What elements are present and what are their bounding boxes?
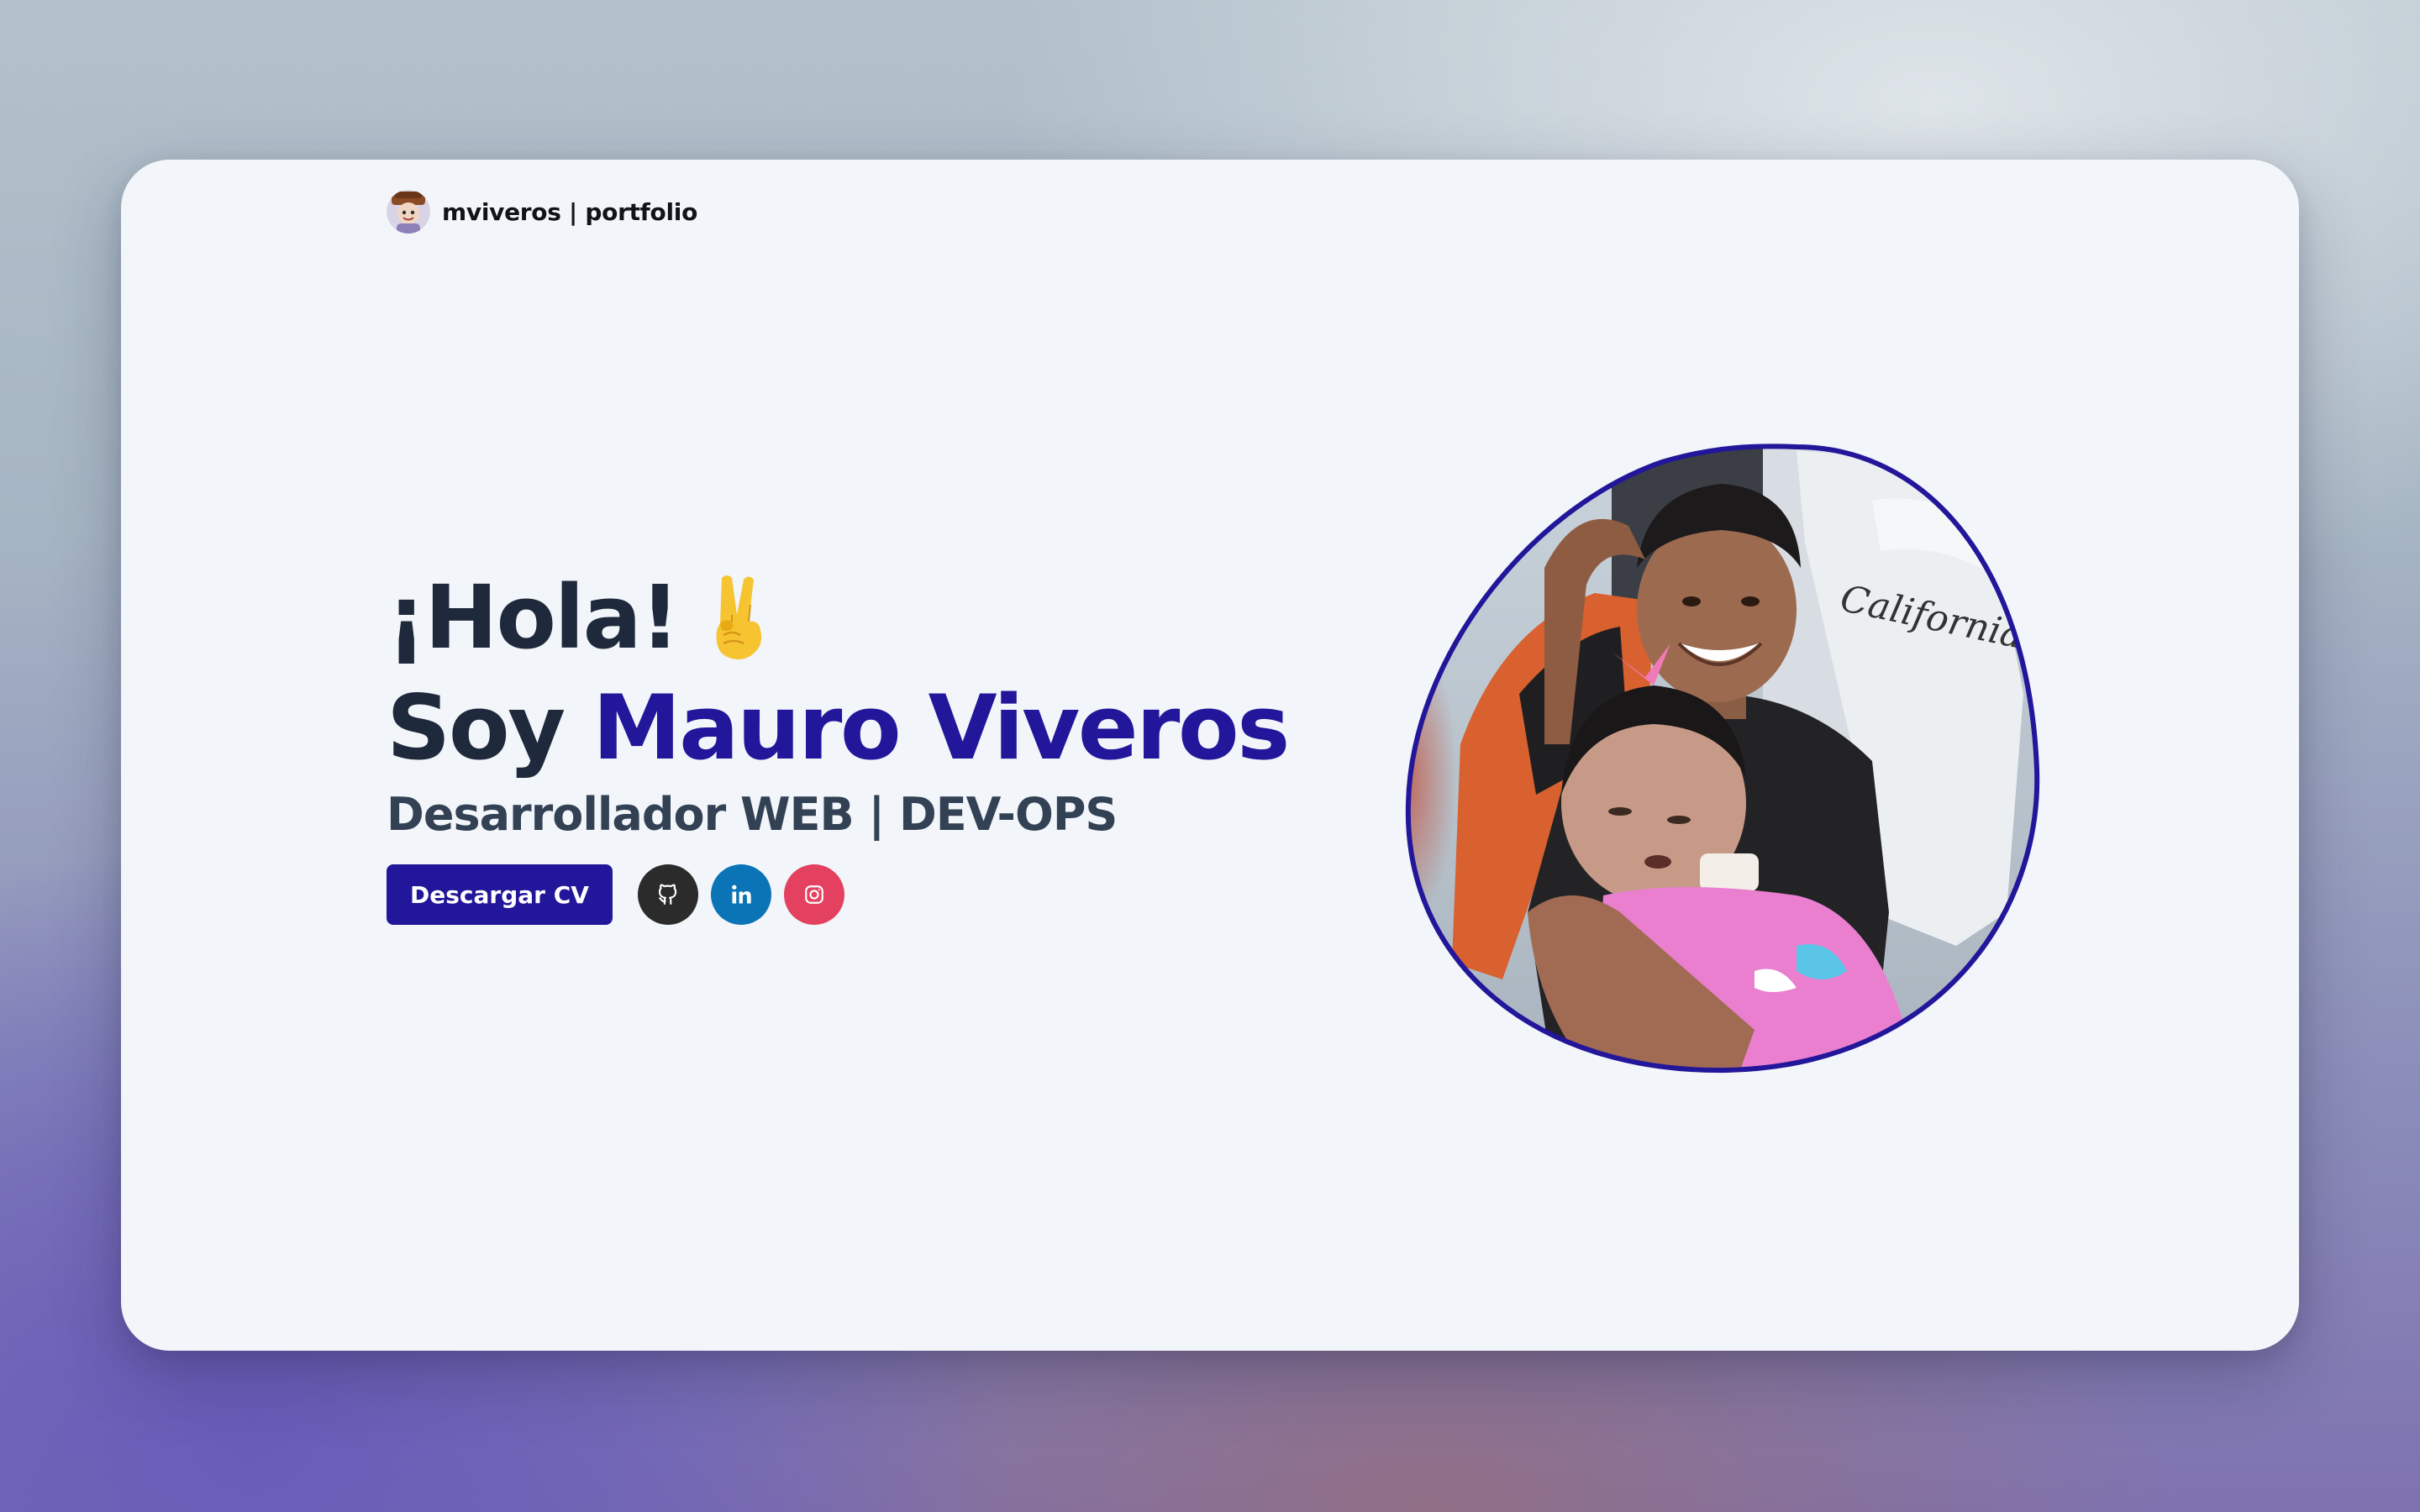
github-icon — [658, 884, 677, 906]
greeting-text: ¡Hola! — [387, 566, 680, 669]
hero-section: ¡Hola! Soy Mauro Viveros Desarrollador W… — [387, 563, 1290, 926]
download-cv-button[interactable]: Descargar CV — [387, 864, 613, 926]
brand-link[interactable]: mviveros | portfolio — [442, 198, 697, 226]
browser-window: mviveros | portfolio ¡Hola! Soy Mauro Vi… — [121, 160, 2299, 1351]
instagram-link[interactable] — [783, 864, 844, 926]
linkedin-icon — [732, 885, 751, 904]
hero-title: Soy Mauro Viveros — [387, 676, 1290, 780]
hero-actions: Descargar CV — [387, 864, 1288, 926]
hero-role: Desarrollador WEB | DEV-OPS — [387, 787, 1118, 841]
profile-photo: California — [1402, 442, 2040, 1077]
avatar-logo-icon[interactable] — [387, 190, 430, 234]
name-prefix: Soy — [387, 676, 566, 780]
linkedin-link[interactable] — [710, 864, 771, 926]
navbar: mviveros | portfolio — [387, 190, 697, 234]
greeting-row: ¡Hola! — [387, 563, 1288, 672]
victory-hand-icon — [716, 575, 762, 659]
instagram-icon — [805, 885, 823, 905]
github-link[interactable] — [637, 864, 698, 926]
hero-name: Mauro Viveros — [592, 676, 1290, 780]
